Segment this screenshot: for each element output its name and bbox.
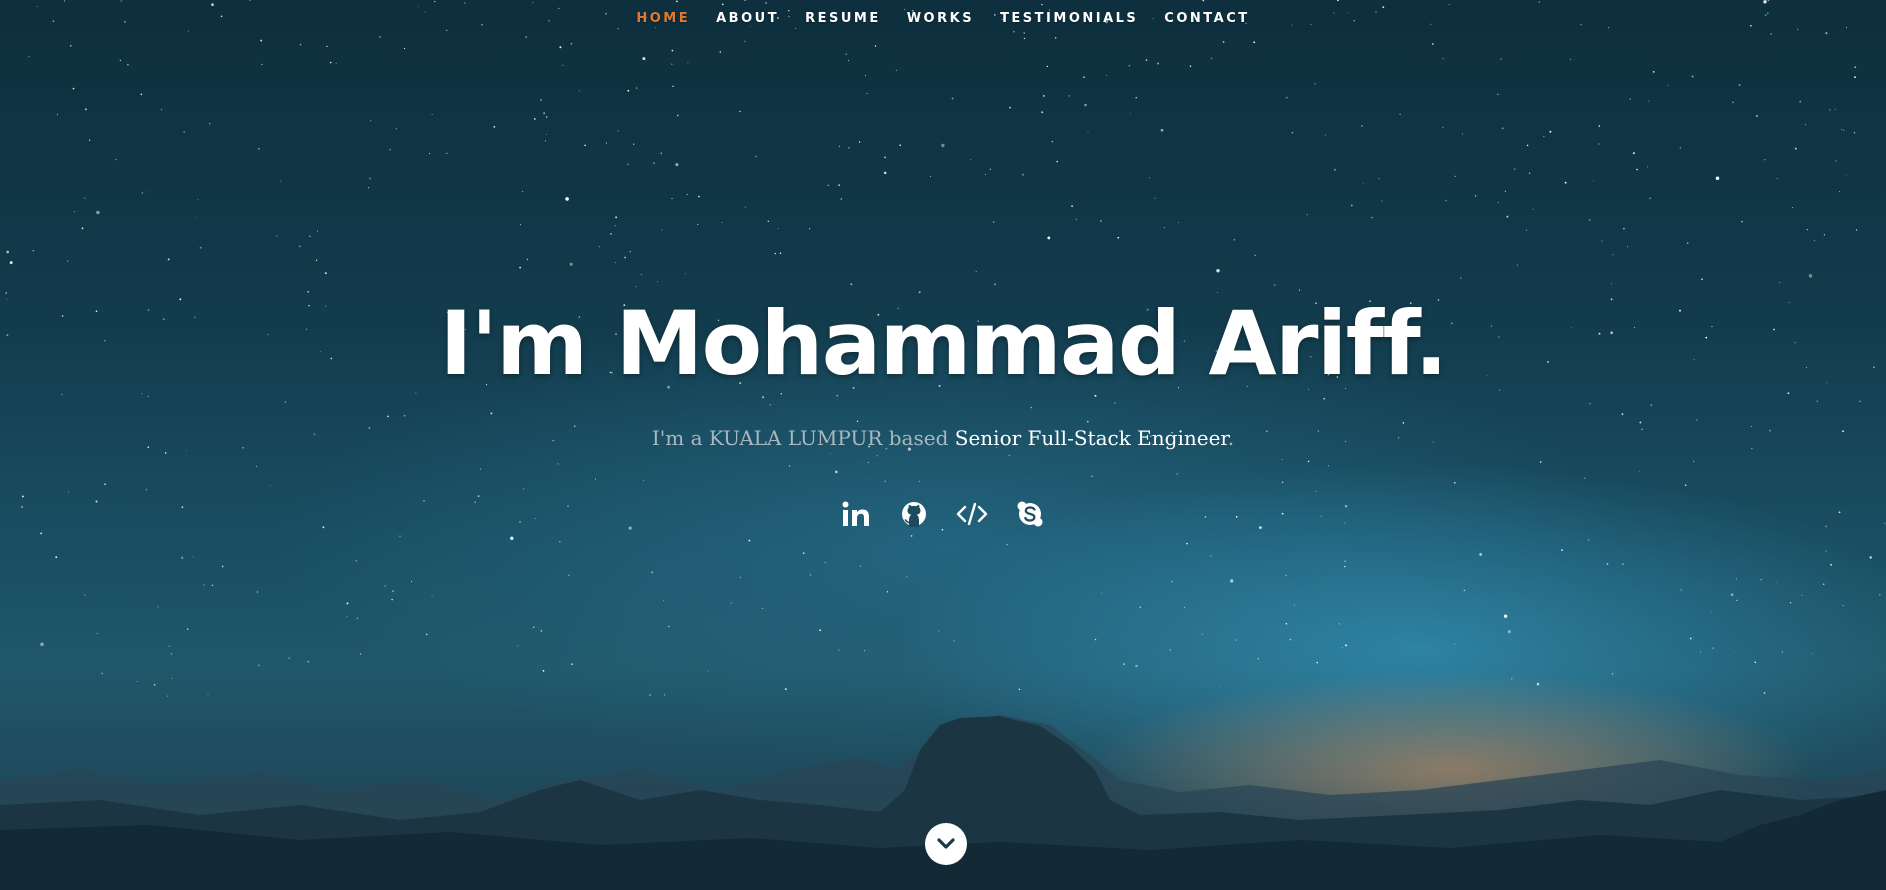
intro-role: Senior Full-Stack Engineer xyxy=(954,426,1228,450)
nav-item-contact[interactable]: CONTACT xyxy=(1164,11,1249,26)
nav-item-home[interactable]: HOME xyxy=(636,11,690,26)
code-link[interactable] xyxy=(956,497,988,531)
linkedin-icon xyxy=(842,501,869,526)
chevron-down-icon xyxy=(937,838,955,849)
skype-link[interactable] xyxy=(1014,497,1046,531)
nav-item-works[interactable]: WORKS xyxy=(907,11,974,26)
nav-item-resume[interactable]: RESUME xyxy=(805,11,881,26)
intro-prefix: I'm a KUALA LUMPUR based xyxy=(651,426,955,450)
social-links xyxy=(0,497,1886,531)
page-title: I'm Mohammad Ariff. xyxy=(439,292,1448,395)
intro-suffix: . xyxy=(1227,426,1235,450)
scroll-down-button[interactable] xyxy=(925,823,967,865)
skype-icon xyxy=(1017,501,1043,527)
nav-item-about[interactable]: ABOUT xyxy=(716,11,779,26)
main-nav: HOME ABOUT RESUME WORKS TESTIMONIALS CON… xyxy=(0,0,1886,36)
linkedin-link[interactable] xyxy=(840,497,872,531)
hero-intro: I'm a KUALA LUMPUR based Senior Full-Sta… xyxy=(0,426,1886,450)
github-link[interactable] xyxy=(898,497,930,531)
nav-item-testimonials[interactable]: TESTIMONIALS xyxy=(1000,11,1138,26)
code-icon xyxy=(956,502,988,526)
github-icon xyxy=(902,502,926,527)
